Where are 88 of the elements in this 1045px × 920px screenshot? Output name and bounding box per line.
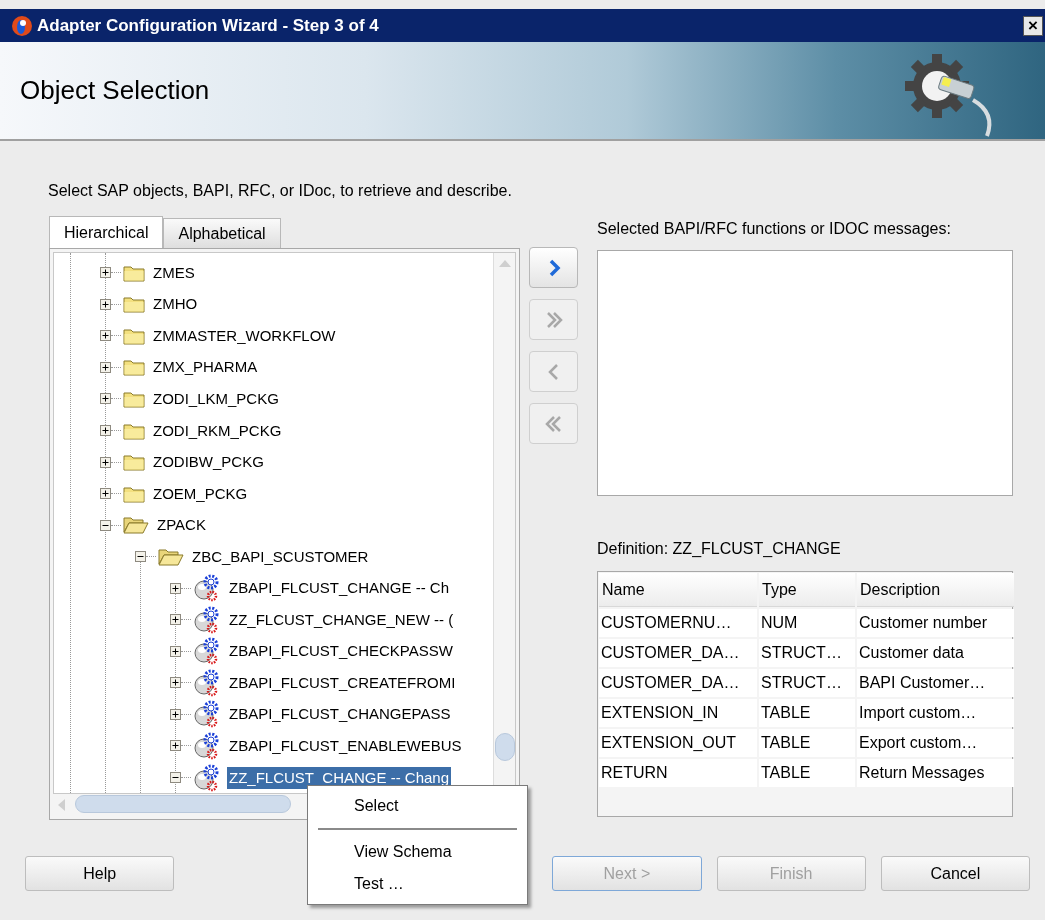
folder-icon — [123, 295, 145, 314]
gear-globe-icon — [193, 605, 221, 634]
column-header[interactable]: Name — [599, 573, 757, 607]
table-cell: STRUCT… — [759, 669, 855, 697]
table-cell: NUM — [759, 609, 855, 637]
collapse-icon[interactable] — [170, 772, 181, 783]
table-cell: EXTENSION_IN — [599, 699, 757, 727]
instruction-text: Select SAP objects, BAPI, RFC, or IDoc, to retrieve and describe. — [48, 181, 513, 201]
table-cell: Return Messages — [857, 759, 1014, 787]
scrollbar-thumb[interactable] — [495, 733, 515, 761]
window-title: Adapter Configuration Wizard - Step 3 of 4 — [37, 14, 379, 37]
scrollbar-thumb[interactable] — [75, 795, 291, 813]
collapse-icon[interactable] — [135, 551, 146, 563]
expand-icon[interactable] — [100, 267, 111, 279]
table-cell: Export custom… — [857, 729, 1014, 757]
move-button[interactable] — [529, 247, 578, 288]
folder-icon — [123, 389, 145, 408]
expand-icon[interactable] — [100, 425, 111, 436]
table-cell: CUSTOMER_DA… — [599, 669, 757, 697]
tree-item[interactable]: ZBAPI_FLCUST_CHANGEPASS — [227, 703, 453, 726]
open-folder-icon — [158, 547, 184, 566]
expand-icon[interactable] — [170, 645, 181, 657]
column-header[interactable]: Description — [857, 573, 1014, 607]
menu-item[interactable]: View Schema — [308, 836, 527, 868]
close-button[interactable]: × — [1023, 15, 1043, 36]
gear-globe-icon — [193, 574, 221, 603]
expand-icon[interactable] — [100, 330, 111, 342]
expand-icon[interactable] — [170, 677, 181, 689]
collapse-icon[interactable] — [100, 519, 111, 531]
wizard-button[interactable]: Help — [25, 856, 175, 891]
table-cell: EXTENSION_OUT — [599, 729, 757, 757]
folder-icon — [123, 358, 145, 377]
app-icon — [11, 14, 33, 37]
tree-item[interactable]: ZPACK — [155, 514, 208, 537]
tree-item[interactable]: ZBAPI_FLCUST_CHANGE -- Ch — [227, 577, 452, 600]
column-header[interactable]: Type — [759, 573, 855, 607]
wizard-button[interactable]: Cancel — [880, 856, 1030, 891]
expand-icon[interactable] — [170, 740, 181, 752]
tree-item[interactable]: ZBAPI_FLCUST_CREATEFROMI — [227, 671, 458, 694]
gear-globe-icon — [193, 637, 221, 666]
tab[interactable]: Hierarchical — [49, 216, 164, 248]
open-folder-icon — [123, 516, 149, 535]
expand-icon[interactable] — [100, 393, 111, 405]
table-cell: Customer data — [857, 639, 1014, 667]
page-heading: Object Selection — [20, 74, 210, 107]
tree-item[interactable]: ZODI_LKM_PCKG — [151, 387, 281, 410]
tree-item[interactable]: ZMX_PHARMA — [151, 356, 260, 379]
tab[interactable]: Alphabetical — [163, 218, 281, 248]
tree-item[interactable]: ZBAPI_FLCUST_ENABLEWEBUS — [227, 734, 464, 757]
tree-item[interactable]: ZZ_FLCUST_CHANGE_NEW -- ( — [227, 608, 456, 631]
gear-globe-icon — [193, 668, 221, 697]
table-cell: TABLE — [759, 729, 855, 757]
tree-item[interactable]: ZBC_BAPI_SCUSTOMER — [190, 545, 371, 568]
folder-icon — [123, 484, 145, 503]
definition-label: Definition: ZZ_FLCUST_CHANGE — [597, 539, 842, 559]
gear-globe-icon — [193, 731, 221, 760]
tree-item[interactable]: ZMES — [151, 261, 197, 284]
expand-icon[interactable] — [170, 582, 181, 594]
tree-item[interactable]: ZODIBW_PCKG — [151, 451, 266, 474]
folder-icon — [123, 421, 145, 440]
folder-icon — [123, 263, 145, 282]
table-cell: RETURN — [599, 759, 757, 787]
expand-icon[interactable] — [170, 614, 181, 626]
table-cell: CUSTOMER_DA… — [599, 639, 757, 667]
expand-icon[interactable] — [100, 298, 111, 310]
table-cell: STRUCT… — [759, 639, 855, 667]
tree-item[interactable]: ZZ_FLCUST_CHANGE -- Chang — [227, 766, 452, 789]
table-cell: TABLE — [759, 699, 855, 727]
expand-icon[interactable] — [100, 361, 111, 373]
tree-item[interactable]: ZMMASTER_WORKFLOW — [151, 324, 338, 347]
table-cell: Import custom… — [857, 699, 1014, 727]
folder-icon — [123, 326, 145, 345]
folder-icon — [123, 453, 145, 472]
tree-item[interactable]: ZOEM_PCKG — [151, 482, 250, 505]
table-cell: Customer number — [857, 609, 1014, 637]
expand-icon[interactable] — [170, 708, 181, 720]
table-cell: TABLE — [759, 759, 855, 787]
gear-globe-icon — [193, 700, 221, 729]
selected-list-label: Selected BAPI/RFC functions or IDOC messages: — [597, 219, 952, 239]
expand-icon[interactable] — [100, 488, 111, 500]
tree-item[interactable]: ZBAPI_FLCUST_CHECKPASSW — [227, 640, 455, 663]
menu-item[interactable]: Select — [308, 790, 527, 822]
tree-item[interactable]: ZMHO — [151, 293, 200, 316]
tree-item[interactable]: ZODI_RKM_PCKG — [151, 419, 284, 442]
menu-item[interactable]: Test … — [308, 868, 527, 900]
table-cell: CUSTOMERNU… — [599, 609, 757, 637]
expand-icon[interactable] — [100, 456, 111, 468]
table-cell: BAPI Customer… — [857, 669, 1014, 697]
